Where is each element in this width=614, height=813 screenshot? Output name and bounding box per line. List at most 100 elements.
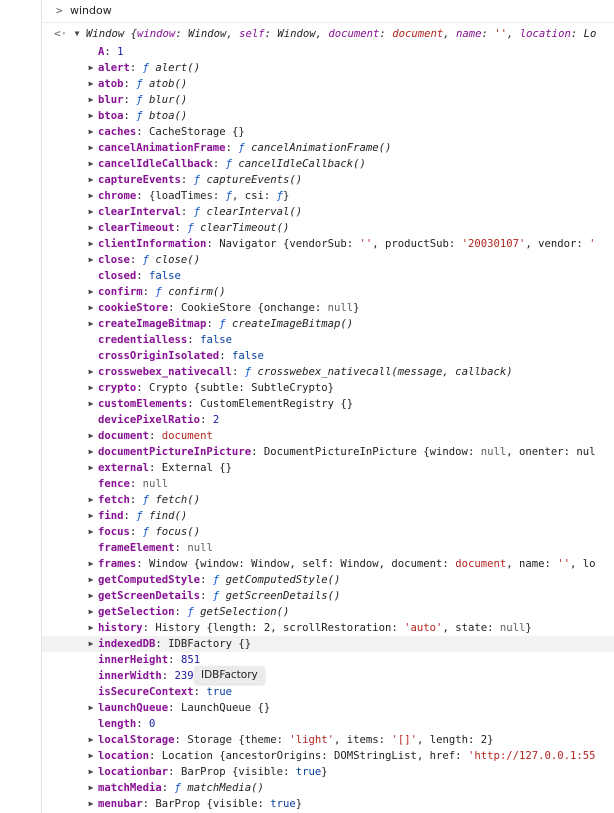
property-row[interactable]: ▶ clientInformation: Navigator {vendorSub… [42, 236, 614, 252]
expand-triangle-icon[interactable]: ▶ [86, 220, 96, 236]
property-row[interactable]: ▶ fetch: ƒ fetch() [42, 492, 614, 508]
expand-triangle-icon[interactable]: ▶ [86, 764, 96, 780]
expand-triangle-icon[interactable]: ▶ [86, 124, 96, 140]
expand-triangle-icon[interactable]: ▶ [86, 524, 96, 540]
property-row[interactable]: ▶ customElements: CustomElementRegistry {… [42, 396, 614, 412]
colon-separator: : [123, 110, 137, 122]
property-row[interactable]: devicePixelRatio: 2 [42, 412, 614, 428]
property-row[interactable]: innerHeight: 851 [42, 652, 614, 668]
property-row[interactable]: ▶ matchMedia: ƒ matchMedia() [42, 780, 614, 796]
expanded-triangle-icon[interactable]: ▼ [72, 24, 82, 44]
property-row[interactable]: ▶ document: document [42, 428, 614, 444]
property-row[interactable]: length: 0 [42, 716, 614, 732]
property-content: crossOriginIsolated: false [98, 348, 264, 364]
console-input-row[interactable]: > window [42, 0, 614, 23]
property-row[interactable]: ▶ locationbar: BarProp {visible: true} [42, 764, 614, 780]
property-key: innerHeight [98, 654, 169, 666]
property-row[interactable]: ▶ caches: CacheStorage {} [42, 124, 614, 140]
property-row[interactable]: A: 1 [42, 44, 614, 60]
property-row[interactable]: ▶ indexedDB: IDBFactory {} [42, 636, 614, 652]
property-row[interactable]: ▶ getSelection: ƒ getSelection() [42, 604, 614, 620]
property-row[interactable]: ▶ clearTimeout: ƒ clearTimeout() [42, 220, 614, 236]
expand-triangle-icon[interactable]: ▶ [86, 108, 96, 124]
property-row[interactable]: ▶ history: History {length: 2, scrollRest… [42, 620, 614, 636]
expand-triangle-icon[interactable]: ▶ [86, 300, 96, 316]
property-row[interactable]: ▶ cancelIdleCallback: ƒ cancelIdleCallbac… [42, 156, 614, 172]
colon-separator: : [136, 270, 150, 282]
expand-triangle-icon[interactable]: ▶ [86, 620, 96, 636]
property-row[interactable]: ▶ alert: ƒ alert() [42, 60, 614, 76]
property-row[interactable]: ▶ atob: ƒ atob() [42, 76, 614, 92]
expand-triangle-icon[interactable]: ▶ [86, 700, 96, 716]
window-object-header[interactable]: <· ▼ Window {window: Window, self: Windo… [42, 24, 614, 44]
expand-triangle-icon[interactable]: ▶ [86, 796, 96, 812]
property-row[interactable]: ▶ crypto: Crypto {subtle: SubtleCrypto} [42, 380, 614, 396]
property-row[interactable]: closed: false [42, 268, 614, 284]
property-row[interactable]: ▶ createImageBitmap: ƒ createImageBitmap(… [42, 316, 614, 332]
console-command-text[interactable]: window [70, 0, 112, 22]
property-value: matchMedia() [187, 782, 264, 794]
expand-triangle-icon[interactable]: ▶ [86, 284, 96, 300]
property-row[interactable]: ▶ crosswebex_nativecall: ƒ crosswebex_nat… [42, 364, 614, 380]
property-content: cancelAnimationFrame: ƒ cancelAnimationF… [98, 140, 391, 156]
expand-triangle-icon[interactable]: ▶ [86, 428, 96, 444]
property-row[interactable]: ▶ blur: ƒ blur() [42, 92, 614, 108]
property-row[interactable]: ▶ location: Location {ancestorOrigins: DO… [42, 748, 614, 764]
property-row[interactable]: ▶ documentPictureInPicture: DocumentPictu… [42, 444, 614, 460]
expand-triangle-icon[interactable]: ▶ [86, 316, 96, 332]
expand-triangle-icon[interactable]: ▶ [86, 492, 96, 508]
property-row[interactable]: ▶ confirm: ƒ confirm() [42, 284, 614, 300]
property-row[interactable]: ▶ close: ƒ close() [42, 252, 614, 268]
expand-triangle-icon[interactable]: ▶ [86, 588, 96, 604]
property-row[interactable]: isSecureContext: true [42, 684, 614, 700]
expand-triangle-icon[interactable]: ▶ [86, 252, 96, 268]
expand-triangle-icon[interactable]: ▶ [86, 76, 96, 92]
expand-triangle-icon[interactable]: ▶ [86, 172, 96, 188]
property-row[interactable]: fence: null [42, 476, 614, 492]
property-row[interactable]: ▶ launchQueue: LaunchQueue {} [42, 700, 614, 716]
expand-triangle-icon[interactable]: ▶ [86, 556, 96, 572]
expand-triangle-icon[interactable]: ▶ [86, 380, 96, 396]
property-value: null [499, 622, 526, 634]
expand-triangle-icon[interactable]: ▶ [86, 140, 96, 156]
expand-triangle-icon[interactable]: ▶ [86, 460, 96, 476]
property-row[interactable]: ▶ focus: ƒ focus() [42, 524, 614, 540]
console-panel[interactable]: > window <· ▼ Window {window: Window, se… [42, 0, 614, 813]
expand-triangle-icon[interactable]: ▶ [86, 572, 96, 588]
expand-triangle-icon[interactable]: ▶ [86, 732, 96, 748]
property-row[interactable]: ▶ external: External {} [42, 460, 614, 476]
property-row[interactable]: ▶ chrome: {loadTimes: ƒ, csi: ƒ} [42, 188, 614, 204]
expand-triangle-icon[interactable]: ▶ [86, 780, 96, 796]
property-row[interactable]: ▶ find: ƒ find() [42, 508, 614, 524]
property-row[interactable]: ▶ clearInterval: ƒ clearInterval() [42, 204, 614, 220]
property-row[interactable]: ▶ cancelAnimationFrame: ƒ cancelAnimation… [42, 140, 614, 156]
expand-triangle-icon[interactable]: ▶ [86, 60, 96, 76]
property-row[interactable]: ▶ menubar: BarProp {visible: true} [42, 796, 614, 812]
property-row[interactable]: innerWidth: 239 [42, 668, 614, 684]
property-row[interactable]: ▶ localStorage: Storage {theme: 'light', … [42, 732, 614, 748]
property-row[interactable]: ▶ captureEvents: ƒ captureEvents() [42, 172, 614, 188]
expand-triangle-icon[interactable]: ▶ [86, 636, 96, 652]
property-row[interactable]: ▶ frames: Window {window: Window, self: W… [42, 556, 614, 572]
property-row[interactable]: frameElement: null [42, 540, 614, 556]
property-value: 'http://127.0.0.1:55 [467, 750, 596, 762]
window-object-summary[interactable]: Window {window: Window, self: Window, do… [86, 24, 596, 44]
property-row[interactable]: ▶ btoa: ƒ btoa() [42, 108, 614, 124]
property-row[interactable]: ▶ cookieStore: CookieStore {onchange: nul… [42, 300, 614, 316]
expand-triangle-icon[interactable]: ▶ [86, 748, 96, 764]
expand-triangle-icon[interactable]: ▶ [86, 156, 96, 172]
property-row[interactable]: ▶ getScreenDetails: ƒ getScreenDetails() [42, 588, 614, 604]
expand-triangle-icon[interactable]: ▶ [86, 236, 96, 252]
expand-triangle-icon[interactable]: ▶ [86, 364, 96, 380]
property-row[interactable]: crossOriginIsolated: false [42, 348, 614, 364]
property-row[interactable]: credentialless: false [42, 332, 614, 348]
expand-triangle-icon[interactable]: ▶ [86, 204, 96, 220]
expand-triangle-icon[interactable]: ▶ [86, 444, 96, 460]
expand-triangle-icon[interactable]: ▶ [86, 188, 96, 204]
expand-triangle-icon[interactable]: ▶ [86, 508, 96, 524]
property-row[interactable]: ▶ getComputedStyle: ƒ getComputedStyle() [42, 572, 614, 588]
expand-triangle-icon[interactable]: ▶ [86, 396, 96, 412]
expand-triangle-icon[interactable]: ▶ [86, 92, 96, 108]
colon-separator: : [142, 798, 156, 810]
expand-triangle-icon[interactable]: ▶ [86, 604, 96, 620]
